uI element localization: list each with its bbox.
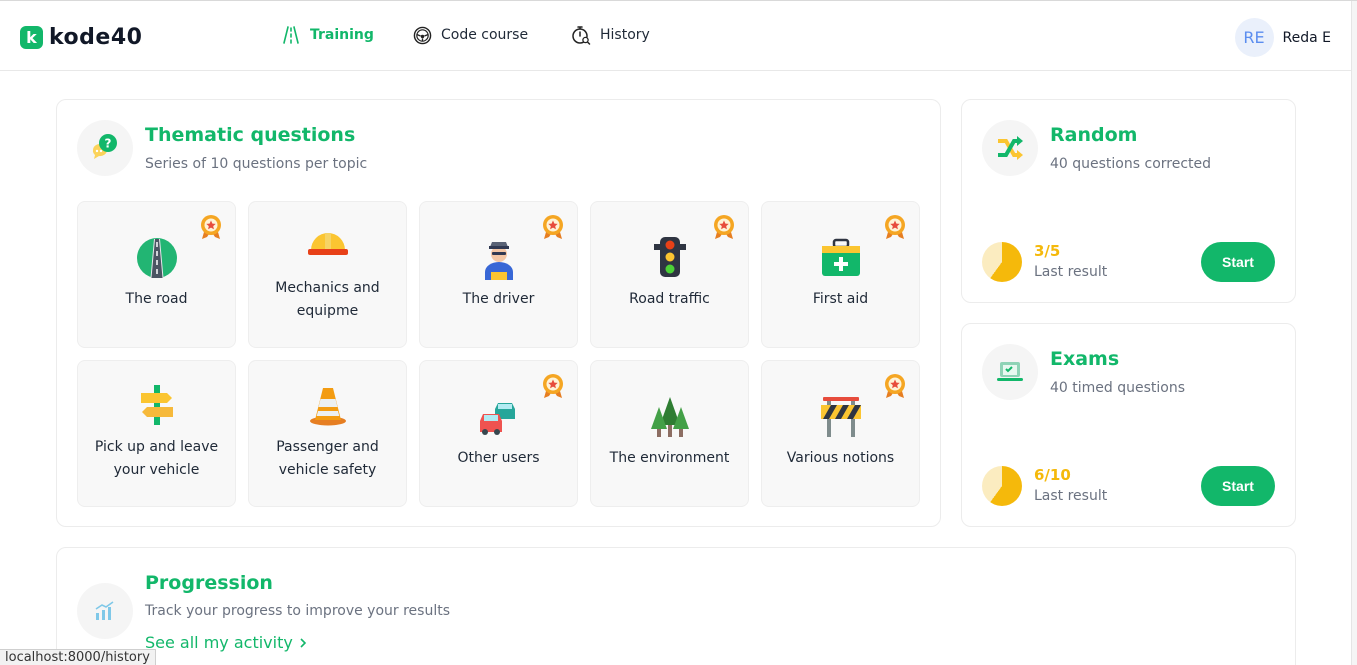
topic-label: Other users: [457, 450, 540, 466]
nav-code-course[interactable]: Code course: [412, 25, 528, 45]
user-name: Reda E: [1282, 29, 1331, 46]
trees-icon: [650, 397, 689, 437]
nav-code-course-label: Code course: [441, 27, 529, 43]
nav-training[interactable]: Training: [281, 25, 374, 45]
random-start-button[interactable]: Start: [1201, 242, 1275, 282]
user-menu[interactable]: RE Reda E: [1234, 18, 1331, 57]
topic-label: Passenger and vehicle safety: [276, 439, 379, 478]
random-subtitle: 40 questions corrected: [1050, 156, 1212, 172]
topic-tile-road-traffic[interactable]: Road traffic: [590, 201, 749, 348]
result-pie-chart: [982, 466, 1022, 506]
chevron-right-icon: [300, 637, 306, 648]
thematic-title: Thematic questions: [145, 124, 356, 146]
bar-chart-icon: [77, 583, 133, 639]
topic-tile-passenger-safety[interactable]: Passenger and vehicle safety: [248, 360, 407, 507]
steering-wheel-icon: [412, 25, 432, 45]
topic-label: First aid: [812, 291, 869, 307]
traffic-light-icon: [653, 237, 686, 277]
logo-mark: k: [20, 26, 43, 49]
laptop-check-icon: [982, 344, 1038, 400]
exams-start-button[interactable]: Start: [1201, 466, 1275, 506]
random-panel: Random 40 questions corrected 3/5 Last r…: [961, 99, 1296, 303]
medal-icon: [714, 215, 734, 239]
topic-tile-first-aid[interactable]: First aid: [761, 201, 920, 348]
shuffle-icon: [982, 120, 1038, 176]
topic-label: Various notions: [786, 450, 895, 466]
hard-hat-icon: [307, 233, 348, 255]
thematic-panel: ? Thematic questions Series of 10 questi…: [56, 99, 941, 527]
top-navbar: k kode40 Training Code course History RE…: [0, 1, 1357, 71]
brand-logo[interactable]: k kode40: [20, 25, 142, 50]
topic-tile-environment[interactable]: The environment: [590, 360, 749, 507]
progression-subtitle: Track your progress to improve your resu…: [145, 603, 451, 619]
see-activity-link[interactable]: See all my activity: [145, 633, 307, 652]
see-activity-label: See all my activity: [145, 633, 293, 652]
signpost-icon: [140, 385, 173, 425]
medal-icon: [543, 374, 563, 398]
exams-result-label: Last result: [1034, 488, 1108, 504]
svg-text:?: ?: [105, 137, 112, 151]
exams-title: Exams: [1050, 348, 1120, 370]
result-pie-chart: [982, 242, 1022, 282]
avatar: RE: [1234, 18, 1274, 57]
topic-label: Mechanics and equipme: [275, 280, 380, 319]
exams-score: 6/10: [1034, 466, 1071, 484]
topic-label: Pick up and leave your vehicle: [94, 439, 219, 478]
random-title: Random: [1050, 124, 1138, 146]
road-icon: [281, 25, 301, 45]
road-icon: [136, 238, 177, 279]
logo-text: kode40: [49, 25, 143, 50]
topic-label: Road traffic: [629, 291, 710, 307]
driver-icon: [484, 242, 513, 280]
medal-icon: [885, 374, 905, 398]
topic-tile-other-users[interactable]: Other users: [419, 360, 578, 507]
topic-tile-mechanics[interactable]: Mechanics and equipme: [248, 201, 407, 348]
topic-tile-pick-up[interactable]: Pick up and leave your vehicle: [77, 360, 236, 507]
status-bar-url: localhost:8000/history: [0, 649, 156, 665]
random-score: 3/5: [1034, 242, 1061, 260]
exams-panel: Exams 40 timed questions 6/10 Last resul…: [961, 323, 1296, 527]
random-result-label: Last result: [1034, 264, 1108, 280]
topic-label: The driver: [462, 291, 535, 307]
nav-history-label: History: [600, 27, 650, 43]
progression-title: Progression: [145, 572, 273, 594]
progression-panel: Progression Track your progress to impro…: [56, 547, 1296, 665]
topic-tile-the-driver[interactable]: The driver: [419, 201, 578, 348]
nav-history[interactable]: History: [571, 25, 650, 45]
topic-label: The road: [125, 291, 188, 307]
cars-icon: [479, 403, 515, 435]
medal-icon: [543, 215, 563, 239]
stopwatch-icon: [571, 25, 591, 45]
topic-tile-the-road[interactable]: The road: [77, 201, 236, 348]
medal-icon: [885, 215, 905, 239]
thematic-subtitle: Series of 10 questions per topic: [145, 156, 368, 172]
topic-label: The environment: [609, 450, 730, 466]
medal-icon: [201, 215, 221, 239]
road-barrier-icon: [820, 397, 861, 437]
exams-subtitle: 40 timed questions: [1050, 380, 1186, 396]
page-scrollbar[interactable]: [1351, 1, 1357, 665]
nav-training-label: Training: [310, 27, 374, 43]
question-bubble-icon: ?: [77, 120, 133, 176]
topic-tile-various-notions[interactable]: Various notions: [761, 360, 920, 507]
first-aid-kit-icon: [821, 238, 860, 276]
traffic-cone-icon: [309, 388, 346, 426]
